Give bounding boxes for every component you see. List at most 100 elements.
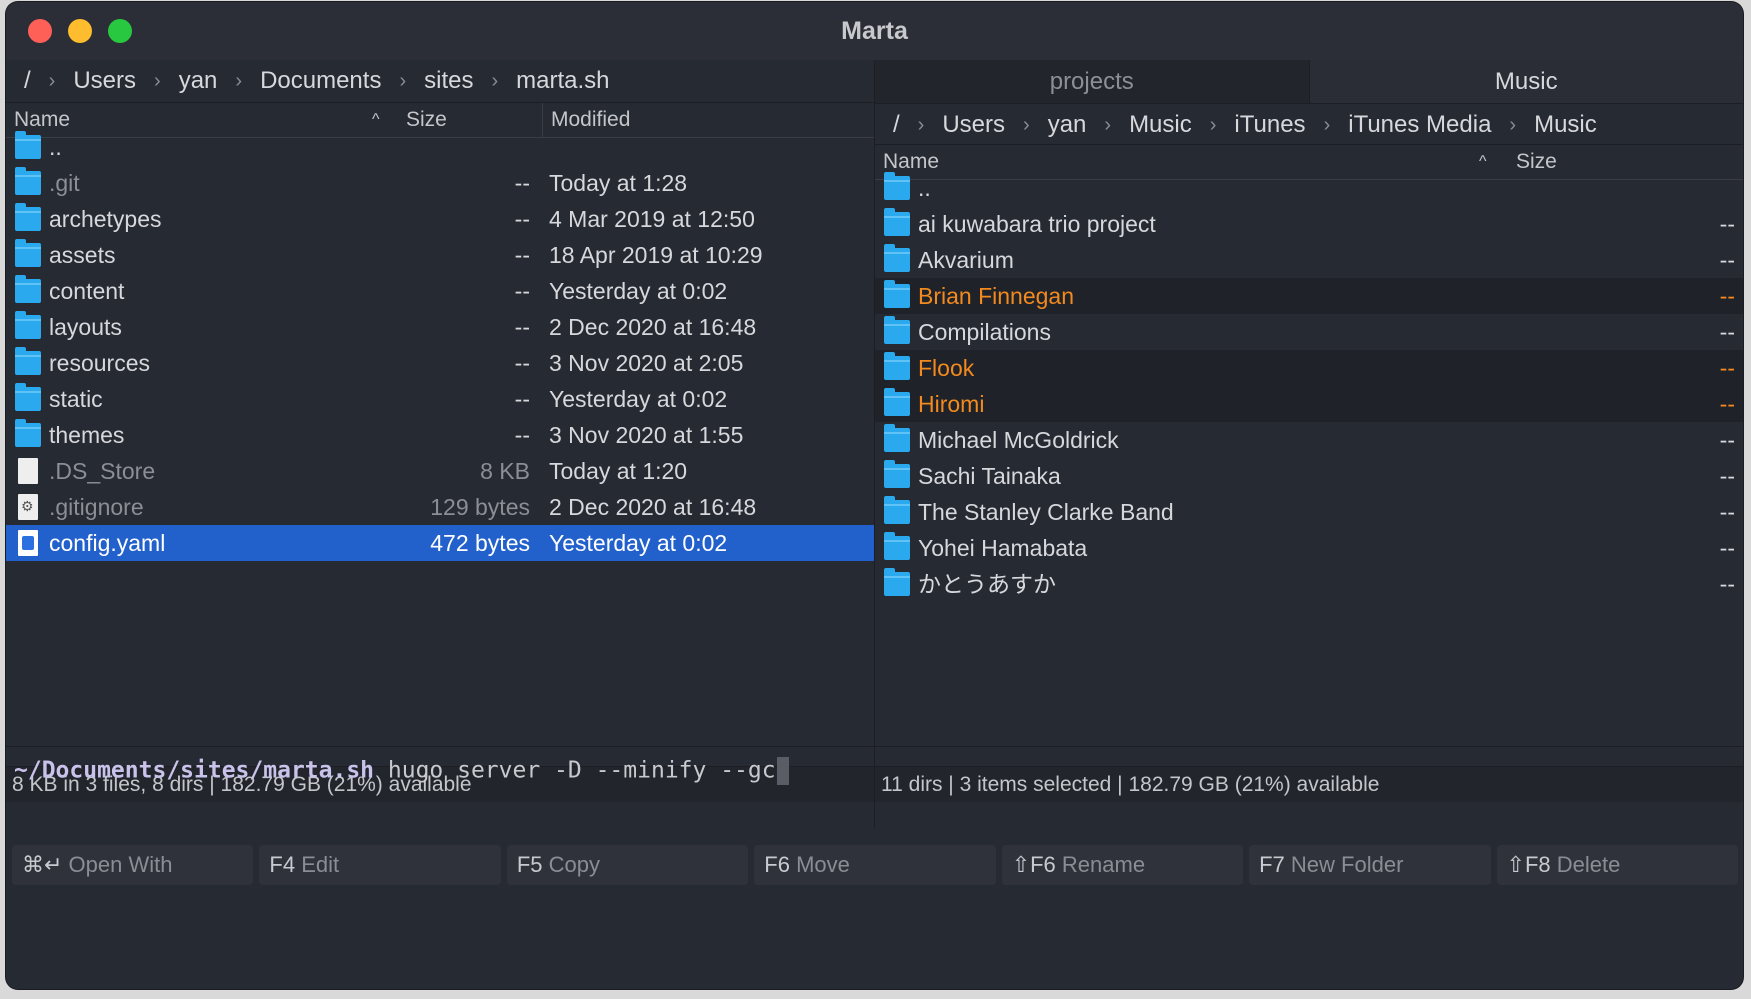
file-row[interactable]: Akvarium -- (875, 242, 1743, 278)
folder-icon (15, 347, 41, 375)
tab-projects[interactable]: projects (875, 60, 1309, 104)
file-row[interactable]: ai kuwabara trio project -- (875, 206, 1743, 242)
right-breadcrumb-segment[interactable]: iTunes (1230, 111, 1309, 139)
right-breadcrumb-segment[interactable]: iTunes Media (1344, 111, 1495, 139)
folder-icon (884, 316, 910, 344)
console[interactable]: ~/Documents/sites/marta.sh hugo server -… (6, 746, 1743, 841)
right-pane[interactable]: projects Music / › Users › yan › Music › iTunes ›… (875, 60, 1743, 828)
left-pane[interactable]: / › Users › yan › Documents › sites › marta.sh Nam… (6, 60, 875, 828)
console-line[interactable]: ~/Documents/sites/marta.sh hugo server -… (14, 757, 789, 785)
fkey-button[interactable]: F6 Move (754, 845, 996, 885)
right-breadcrumb-segment[interactable]: Users (938, 111, 1009, 139)
file-row[interactable]: assets -- 18 Apr 2019 at 10:29 (6, 237, 874, 273)
fkey-label: Edit (295, 852, 340, 877)
file-row[interactable]: archetypes -- 4 Mar 2019 at 12:50 (6, 201, 874, 237)
right-breadcrumb-segment[interactable]: yan (1044, 111, 1091, 139)
file-row[interactable]: themes -- 3 Nov 2020 at 1:55 (6, 417, 874, 453)
file-icon (18, 458, 38, 484)
fkey-shortcut: F6 (764, 852, 790, 877)
file-name: content (49, 278, 125, 304)
console-cwd: ~/Documents/sites/marta.sh (14, 757, 375, 784)
file-name: .gitignore (49, 494, 144, 520)
left-breadcrumb-segment[interactable]: sites (420, 67, 477, 95)
fkey-button[interactable]: ⇧F6 Rename (1001, 845, 1244, 885)
file-row[interactable]: resources -- 3 Nov 2020 at 2:05 (6, 345, 874, 381)
folder-icon (884, 460, 910, 488)
tab-music[interactable]: Music (1308, 60, 1743, 104)
file-row[interactable]: Brian Finnegan -- (875, 278, 1743, 314)
left-file-list[interactable]: .. .git -- Today at 1:28 archetypes -- 4 Mar 2… (6, 129, 874, 561)
right-tab-bar: projects Music (875, 60, 1743, 104)
fkey-label: Delete (1550, 852, 1621, 877)
right-breadcrumb-segment[interactable]: Music (1530, 111, 1601, 139)
left-breadcrumb-segment[interactable]: Users (69, 67, 140, 95)
left-breadcrumb-segment[interactable]: yan (175, 67, 222, 95)
file-row[interactable]: .. (6, 129, 874, 165)
file-size: -- (1719, 391, 1735, 417)
file-row[interactable]: config.yaml 472 bytes Yesterday at 0:02 (6, 525, 874, 561)
file-row[interactable]: content -- Yesterday at 0:02 (6, 273, 874, 309)
file-row[interactable]: Compilations -- (875, 314, 1743, 350)
console-command[interactable]: hugo server -D --minify --gc (374, 758, 776, 784)
fkey-button[interactable]: F4 Edit (259, 845, 501, 885)
file-row[interactable]: .gitignore 129 bytes 2 Dec 2020 at 16:48 (6, 489, 874, 525)
folder-icon (884, 496, 910, 524)
folder-icon (15, 311, 41, 339)
folder-icon (884, 172, 910, 200)
folder-icon (884, 424, 910, 452)
chevron-right-icon: › (1023, 113, 1030, 136)
right-breadcrumb-segment[interactable]: Music (1125, 111, 1196, 139)
folder-icon (884, 388, 910, 416)
file-size: 472 bytes (430, 530, 530, 556)
folder-icon (884, 352, 910, 380)
file-row[interactable]: The Stanley Clarke Band -- (875, 494, 1743, 530)
file-size: -- (1719, 499, 1735, 525)
fkey-button[interactable]: ⌘↵ Open With (12, 845, 254, 885)
file-row[interactable]: Yohei Hamabata -- (875, 530, 1743, 566)
left-breadcrumb-segment[interactable]: marta.sh (512, 67, 613, 95)
file-modified: 2 Dec 2020 at 16:48 (549, 494, 757, 520)
fkey-label: Rename (1055, 852, 1146, 877)
file-row[interactable]: layouts -- 2 Dec 2020 at 16:48 (6, 309, 874, 345)
folder-icon (884, 244, 910, 272)
file-name: .. (49, 134, 62, 160)
file-row[interactable]: Flook -- (875, 350, 1743, 386)
file-name: Sachi Tainaka (918, 463, 1061, 489)
file-size: -- (1719, 463, 1735, 489)
file-row[interactable]: Hiromi -- (875, 386, 1743, 422)
file-row[interactable]: Sachi Tainaka -- (875, 458, 1743, 494)
file-name: .DS_Store (49, 458, 156, 484)
file-row[interactable]: .git -- Today at 1:28 (6, 165, 874, 201)
file-row[interactable]: Michael McGoldrick -- (875, 422, 1743, 458)
file-row[interactable]: .DS_Store 8 KB Today at 1:20 (6, 453, 874, 489)
fkey-button[interactable]: ⇧F8 Delete (1496, 845, 1738, 885)
file-row[interactable]: .. (875, 170, 1743, 206)
right-breadcrumb-segment[interactable]: / (889, 111, 904, 139)
chevron-right-icon: › (917, 113, 925, 136)
title-bar: Marta (6, 2, 1743, 60)
file-name: ai kuwabara trio project (918, 211, 1156, 237)
fkey-shortcut: F4 (269, 852, 296, 877)
file-modified: 3 Nov 2020 at 1:55 (549, 422, 744, 448)
fkey-shortcut: ⇧F8 (1506, 852, 1551, 877)
file-size: -- (1719, 355, 1735, 381)
file-size: -- (514, 314, 530, 340)
file-name: Yohei Hamabata (918, 535, 1088, 561)
file-name: Hiromi (918, 391, 985, 417)
file-row[interactable]: かとうあすか -- (875, 566, 1743, 602)
fkey-label: Move (789, 852, 850, 877)
fkey-button[interactable]: F7 New Folder (1249, 845, 1491, 885)
file-name: かとうあすか (918, 571, 1056, 597)
left-breadcrumb-segment[interactable]: Documents (256, 67, 385, 95)
file-size: -- (1719, 247, 1735, 273)
file-row[interactable]: static -- Yesterday at 0:02 (6, 381, 874, 417)
file-size: -- (1719, 571, 1735, 597)
chevron-right-icon: › (1323, 113, 1331, 136)
file-name: Brian Finnegan (918, 283, 1074, 309)
right-file-list[interactable]: .. ai kuwabara trio project -- Akvarium -- Br… (875, 170, 1743, 602)
file-size: -- (1719, 211, 1735, 237)
file-modified: 2 Dec 2020 at 16:48 (549, 314, 757, 340)
fkey-button[interactable]: F5 Copy (506, 845, 749, 885)
left-breadcrumb-segment[interactable]: / (20, 67, 35, 95)
file-modified: Yesterday at 0:02 (549, 386, 728, 412)
